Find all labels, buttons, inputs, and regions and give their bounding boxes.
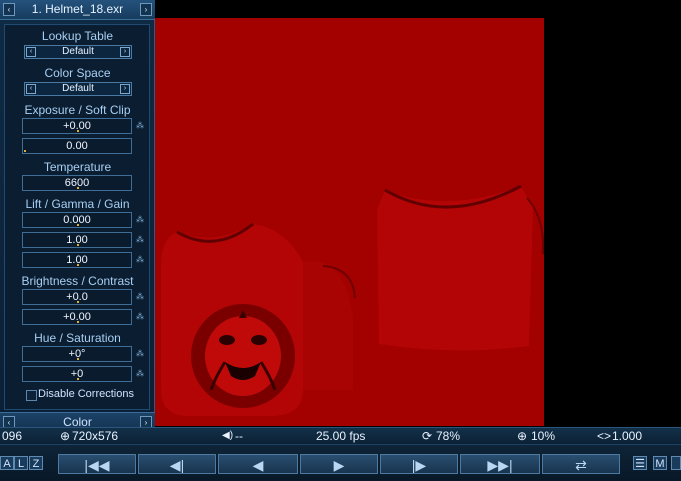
status-bar: 096 ⊕ 720x576 ◀) -- 25.00 fps ⟳ 78% ⊕ 10… <box>0 427 681 444</box>
link-icon[interactable]: ⁂ <box>136 313 144 321</box>
slider-tick <box>77 264 79 266</box>
link-icon[interactable]: ⁂ <box>136 122 144 130</box>
temperature-label: Temperature <box>43 160 112 174</box>
zoom-value[interactable]: 10% <box>531 428 555 444</box>
hue-saturation-label: Hue / Saturation <box>34 331 121 345</box>
overflow-button[interactable] <box>671 456 681 470</box>
color-space-value: Default <box>62 83 94 94</box>
dropdown-next-icon[interactable]: › <box>120 84 130 94</box>
slider-tick <box>77 224 79 226</box>
soft-clip-field[interactable]: 0.00 <box>22 138 132 154</box>
brightness-contrast-label: Brightness / Contrast <box>21 274 134 288</box>
cache-value: 78% <box>436 429 461 443</box>
slider-tick <box>77 130 79 132</box>
go-to-start-button[interactable]: |◀◀ <box>58 454 136 474</box>
link-icon[interactable]: ⁂ <box>136 293 144 301</box>
exposure-label: Exposure / Soft Clip <box>24 103 131 117</box>
playlist-icon[interactable]: ☰ <box>633 456 647 470</box>
color-space-dropdown[interactable]: ‹ Default › <box>24 82 132 96</box>
dropdown-prev-icon[interactable]: ‹ <box>26 47 36 57</box>
dropdown-prev-icon[interactable]: ‹ <box>26 84 36 94</box>
play-icon: ▶ <box>333 457 345 473</box>
slider-tick <box>77 378 79 380</box>
play-forward-button[interactable]: ▶ <box>300 454 378 474</box>
link-icon[interactable]: ⁂ <box>136 236 144 244</box>
link-icon[interactable]: ⁂ <box>136 216 144 224</box>
slider-tick <box>77 301 79 303</box>
link-icon[interactable]: ⁂ <box>136 256 144 264</box>
loop-button[interactable]: ⇄ <box>542 454 620 474</box>
go-to-end-button[interactable]: ▶▶| <box>460 454 540 474</box>
resolution-icon: ⊕ <box>60 429 71 443</box>
speaker-icon[interactable]: ◀) <box>222 428 233 444</box>
loop-icon: ⇄ <box>575 457 587 473</box>
soft-clip-value: 0.00 <box>66 140 88 152</box>
resolution-value: 720x576 <box>72 429 119 443</box>
fps-value[interactable]: 25.00 fps <box>316 428 365 444</box>
play-backward-icon: ◀ <box>252 457 264 473</box>
render-image <box>161 184 544 416</box>
dropdown-next-icon[interactable]: › <box>120 47 130 57</box>
exposure-field[interactable]: +0.00 <box>22 118 132 134</box>
zoom-icon: ⊕ <box>517 429 528 443</box>
mode-a-button[interactable]: A <box>0 456 14 470</box>
next-clip-icon[interactable]: › <box>140 3 152 16</box>
slider-tick <box>77 321 79 323</box>
lift-field[interactable]: 0.000 <box>22 212 132 228</box>
mode-z-button[interactable]: Z <box>29 456 43 470</box>
cache-icon: ⟳ <box>422 429 433 443</box>
color-panel: ‹ 1. Helmet_18.exr › Lookup Table ‹ Defa… <box>0 0 155 431</box>
saturation-field[interactable]: +0 <box>22 366 132 382</box>
gain-field[interactable]: 1.00 <box>22 252 132 268</box>
slider-tick <box>24 150 26 152</box>
temperature-field[interactable]: 6600 <box>22 175 132 191</box>
slider-tick <box>77 187 79 189</box>
step-forward-button[interactable]: |▶ <box>380 454 458 474</box>
disable-corrections-label: Disable Corrections <box>38 388 134 400</box>
m-button[interactable]: M <box>653 456 667 470</box>
step-forward-icon: |▶ <box>411 457 427 473</box>
transport-toolbar: A L Z |◀◀ ◀| ◀ ▶ |▶ ▶▶| ⇄ ☰ M <box>0 444 681 481</box>
frame-number: 096 <box>2 429 23 443</box>
slider-tick <box>77 244 79 246</box>
panel-header: ‹ 1. Helmet_18.exr › <box>0 0 155 20</box>
link-icon[interactable]: ⁂ <box>136 350 144 358</box>
lookup-table-label: Lookup Table <box>41 29 114 43</box>
skip-start-icon: |◀◀ <box>84 457 110 473</box>
disable-corrections-checkbox[interactable] <box>26 390 37 401</box>
panel-title: 1. Helmet_18.exr <box>31 2 124 16</box>
color-space-label: Color Space <box>44 66 111 80</box>
image-canvas[interactable] <box>155 18 544 426</box>
step-back-button[interactable]: ◀| <box>138 454 216 474</box>
lift-gamma-gain-label: Lift / Gamma / Gain <box>25 197 130 211</box>
play-backward-button[interactable]: ◀ <box>218 454 298 474</box>
aspect-value[interactable]: 1.000 <box>612 428 642 444</box>
aspect-icon: <> <box>597 429 612 443</box>
mode-l-button[interactable]: L <box>14 456 28 470</box>
step-back-icon: ◀| <box>169 457 185 473</box>
link-icon[interactable]: ⁂ <box>136 370 144 378</box>
lookup-table-dropdown[interactable]: ‹ Default › <box>24 45 132 59</box>
hue-field[interactable]: +0° <box>22 346 132 362</box>
brightness-field[interactable]: +0.0 <box>22 289 132 305</box>
gamma-field[interactable]: 1.00 <box>22 232 132 248</box>
skip-end-icon: ▶▶| <box>487 457 513 473</box>
lookup-table-value: Default <box>62 46 94 57</box>
contrast-field[interactable]: +0.00 <box>22 309 132 325</box>
audio-value: -- <box>235 429 243 443</box>
slider-tick <box>77 358 79 360</box>
